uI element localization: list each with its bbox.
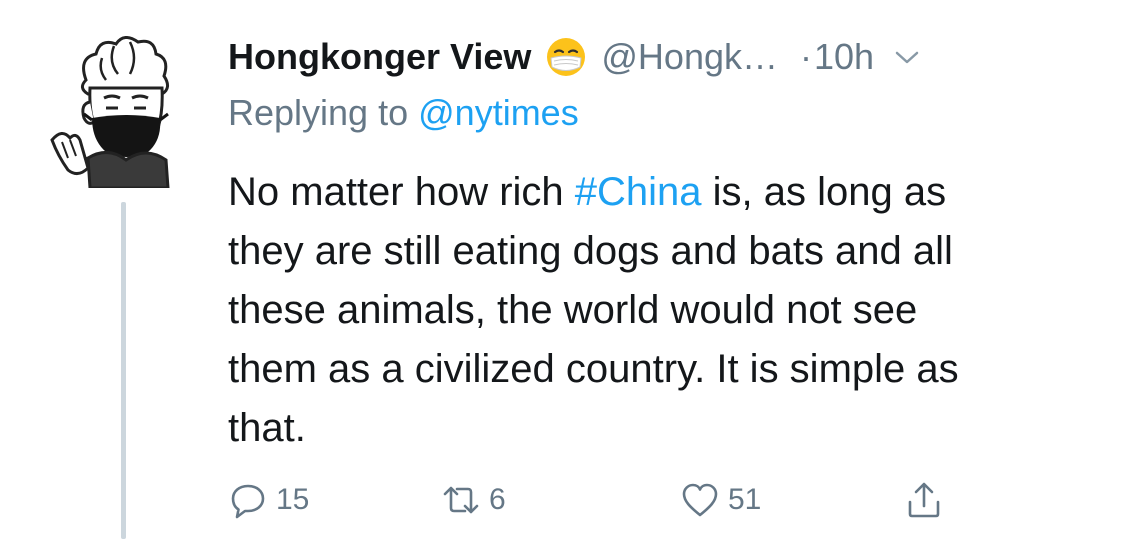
- avatar-illustration: [50, 36, 170, 190]
- tweet-text-line-5: that.: [228, 406, 306, 450]
- replying-to: Replying to @nytimes: [228, 92, 579, 134]
- tweet-header: Hongkonger View @Hongk… · 10h: [228, 32, 1088, 82]
- display-name[interactable]: Hongkonger View: [228, 36, 531, 78]
- face-with-medical-mask-icon: [545, 36, 587, 78]
- like-count: 51: [728, 483, 762, 516]
- retweet-button[interactable]: 6: [441, 476, 506, 524]
- retweet-count: 6: [489, 483, 506, 516]
- avatar[interactable]: [48, 28, 198, 190]
- like-button[interactable]: 51: [680, 476, 761, 524]
- tweet-text-line-1: No matter how rich #China is, as long as: [228, 163, 1088, 222]
- tweet-actions: 15 6 51: [228, 476, 1088, 524]
- retweet-icon: [443, 486, 479, 514]
- reply-icon: [231, 484, 265, 519]
- share-icon: [908, 482, 940, 518]
- timestamp[interactable]: 10h: [814, 36, 874, 78]
- chevron-down-icon[interactable]: [892, 42, 922, 72]
- share-button[interactable]: [904, 476, 944, 524]
- separator-dot: ·: [800, 36, 812, 77]
- heart-icon: [682, 483, 718, 517]
- tweet-text-line-3: these animals, the world would not see: [228, 288, 918, 332]
- tweet-text-line-2: they are still eating dogs and bats and …: [228, 229, 953, 273]
- tweet-text-segment: No matter how rich: [228, 170, 575, 214]
- reply-count: 15: [276, 483, 310, 516]
- tweet-text: No matter how rich #China is, as long as…: [228, 163, 1088, 458]
- reply-button[interactable]: 15: [228, 476, 309, 524]
- tweet-text-line-4: them as a civilized country. It is simpl…: [228, 347, 959, 391]
- thread-connector-line: [121, 202, 126, 539]
- hashtag-link[interactable]: #China: [575, 170, 702, 214]
- reply-mention-link[interactable]: @nytimes: [418, 92, 579, 133]
- user-handle[interactable]: @Hongk…: [601, 36, 778, 78]
- tweet-text-segment: is, as long as: [701, 170, 947, 214]
- replying-to-label: Replying to: [228, 92, 409, 133]
